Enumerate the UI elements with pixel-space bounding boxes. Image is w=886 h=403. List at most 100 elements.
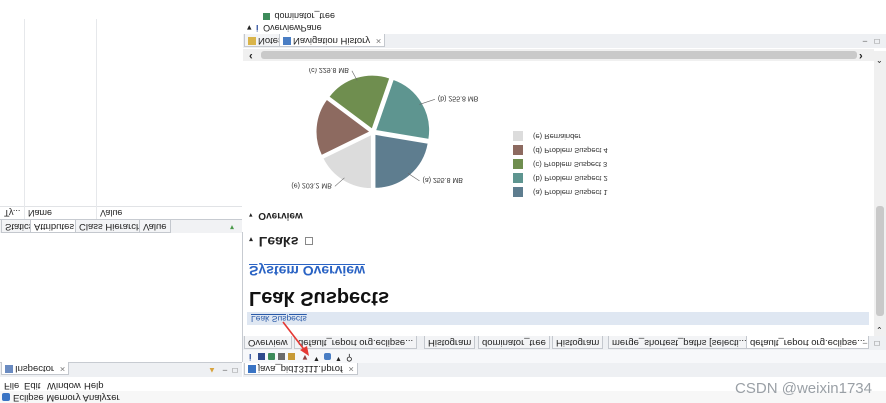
legend-swatch	[513, 159, 523, 169]
legend-label: (b) Problem Suspect 2	[533, 174, 608, 183]
bottom-tabstrip: Notes Navigation History × – □	[243, 33, 886, 48]
subtab-dominator-tree[interactable]: dominator_tree	[478, 336, 550, 349]
column-divider	[24, 19, 25, 219]
close-icon[interactable]: ×	[376, 35, 382, 46]
window-title: Eclipse Memory Analyzer	[13, 392, 120, 403]
inspector-tabstrip: Inspector × ▲ – □	[0, 362, 242, 377]
legend-label: (a) Problem Suspect 1	[533, 188, 608, 197]
vertical-scrollbar[interactable]: ⌄ ⌃	[874, 51, 886, 336]
legend-label: (d) Problem Suspect 4	[533, 146, 608, 155]
collapse-icon[interactable]: ▾	[249, 211, 253, 218]
leak-suspects-pie-chart: (a) 255.8 MB (b) 255.8 MB (c) 229.8 MB (e) …	[291, 68, 479, 190]
inspector-subtabs: Statics Attributes Class Hierarchy Value…	[0, 219, 242, 233]
expand-icon[interactable]: ▾	[247, 23, 252, 33]
scroll-left-arrow[interactable]: ‹	[249, 50, 253, 62]
legend-swatch	[513, 173, 523, 183]
scroll-right-arrow[interactable]: ›	[859, 50, 863, 62]
tab-heap-dump-label: java_pid13111.hprof	[258, 363, 343, 374]
pie-slice-label: (e) 203.2 MB	[291, 181, 332, 188]
minimize-icon[interactable]: –	[861, 37, 869, 46]
pin-icon[interactable]: ▲	[208, 366, 216, 375]
legend-item: (c) Problem Suspect 3	[513, 156, 663, 170]
subtab-histogram-2[interactable]: Histogram	[552, 336, 604, 349]
tree-item[interactable]: ▾ i OverviewPane	[247, 22, 322, 34]
legend-label: (e) Remainder	[533, 132, 581, 141]
legend-item: (d) Problem Suspect 4	[513, 142, 663, 156]
overview-label: Overview	[258, 210, 303, 221]
legend-item: (e) Remainder	[513, 128, 663, 142]
inspector-icon	[5, 364, 13, 373]
tab-attributes[interactable]: Attributes	[30, 220, 79, 233]
navigation-history-tree: ▾ i OverviewPane dominator_tree	[243, 0, 886, 34]
details-icon[interactable]	[305, 237, 314, 245]
menu-window[interactable]: Window	[47, 379, 81, 391]
close-icon[interactable]: ×	[348, 363, 354, 374]
tree-item-label: OverviewPane	[263, 23, 322, 33]
pie-slice-label: (b) 255.8 MB	[438, 94, 479, 101]
scrollbar-thumb[interactable]	[261, 51, 857, 59]
minimize-icon[interactable]: –	[861, 339, 869, 348]
legend-item: (a) Problem Suspect 1	[513, 184, 663, 198]
legend-swatch	[513, 187, 523, 197]
search-icon[interactable]: ⚲	[346, 352, 353, 363]
tab-heap-dump[interactable]: java_pid13111.hprof ×	[244, 362, 358, 375]
maximize-icon[interactable]: □	[873, 339, 881, 348]
menu-help[interactable]: Help	[84, 379, 104, 391]
column-type[interactable]: Ty...	[4, 207, 20, 219]
notes-icon	[248, 36, 256, 45]
subtab-default-report-2[interactable]: default_report org.eclipse...	[746, 336, 870, 349]
filter-icon[interactable]: ▾	[228, 223, 236, 232]
horizontal-scrollbar[interactable]: ‹ ›	[243, 49, 874, 62]
maximize-icon[interactable]: □	[873, 37, 881, 46]
legend-item: (b) Problem Suspect 2	[513, 170, 663, 184]
dropdown-icon[interactable]: ▼	[335, 355, 342, 362]
menu-file[interactable]: File	[4, 379, 19, 391]
column-divider	[96, 19, 97, 219]
tab-inspector-label: Inspector	[15, 363, 55, 374]
section-system-overview[interactable]: System Overview	[249, 263, 365, 279]
legend-swatch	[513, 145, 523, 155]
report-content: Leak Suspects Leak Suspects System Overv…	[243, 51, 874, 336]
scroll-up-arrow[interactable]: ⌄	[876, 325, 883, 334]
menu-edit[interactable]: Edit	[24, 379, 40, 391]
query-browser-icon[interactable]	[324, 353, 331, 360]
annotation-arrow	[282, 321, 309, 356]
subtab-histogram-1[interactable]: Histogram	[424, 336, 476, 349]
histogram-icon[interactable]	[258, 353, 265, 360]
dominator-tree-icon	[263, 13, 270, 20]
collapse-icon[interactable]: ▾	[249, 235, 253, 244]
app-window: Eclipse Memory Analyzer File Edit Window…	[0, 0, 886, 403]
scroll-down-arrow[interactable]: ⌃	[876, 55, 883, 64]
tab-inspector[interactable]: Inspector ×	[1, 362, 70, 375]
column-name[interactable]: Name	[28, 207, 52, 219]
subtab-merge-shortest-paths[interactable]: merge_shortest_paths [selecti...	[608, 336, 751, 349]
pie-label-leader	[407, 172, 420, 182]
editor-subtabs: Overview default_report org.eclipse... H…	[243, 335, 886, 350]
heap-dump-icon	[248, 364, 256, 373]
scrollbar-thumb[interactable]	[876, 206, 884, 316]
pie-label-leader	[334, 177, 345, 187]
pie-slice	[374, 133, 429, 189]
tree-item-label: dominator_tree	[274, 11, 336, 21]
editor-tabstrip: java_pid13111.hprof ×	[243, 362, 886, 377]
info-icon: i	[256, 23, 259, 33]
section-leaks[interactable]: ▾ Leaks	[249, 234, 314, 250]
maximize-icon[interactable]: □	[231, 366, 239, 375]
legend-label: (c) Problem Suspect 3	[533, 160, 608, 169]
info-icon[interactable]: i	[249, 352, 252, 362]
editor-toolbar: i ▼ ▼ ▼ ⚲	[243, 350, 886, 363]
tab-navigation-history[interactable]: Navigation History ×	[279, 34, 386, 47]
tree-item[interactable]: dominator_tree	[263, 10, 335, 22]
close-icon[interactable]: ×	[60, 363, 66, 374]
inspector-body	[0, 232, 243, 362]
navigation-history-icon	[283, 36, 291, 45]
pie-legend: (a) Problem Suspect 1 (b) Problem Suspec…	[513, 118, 663, 198]
breadcrumb: Leak Suspects	[247, 312, 869, 325]
dominator-tree-icon[interactable]	[268, 353, 275, 360]
tab-value[interactable]: Value	[139, 220, 171, 233]
leaks-label: Leaks	[258, 234, 299, 250]
page-title: Leak Suspects	[249, 287, 390, 309]
column-value[interactable]: Value	[100, 207, 122, 219]
tab-navigation-history-label: Navigation History	[293, 35, 371, 46]
minimize-icon[interactable]: –	[221, 366, 229, 375]
